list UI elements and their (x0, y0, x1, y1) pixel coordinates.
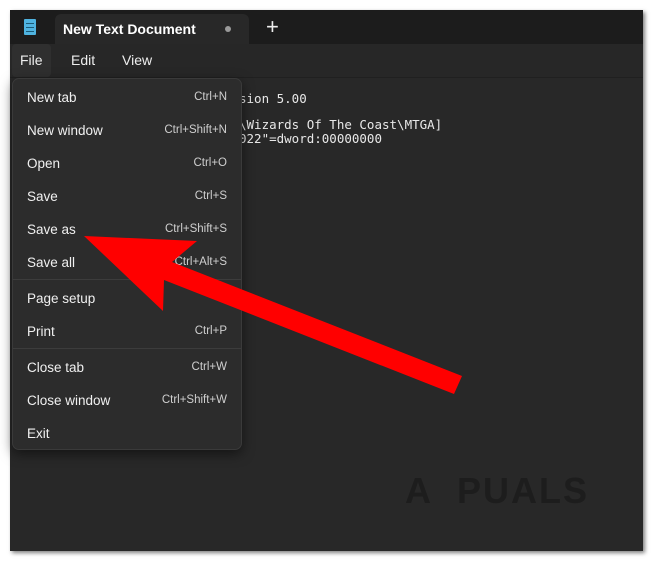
red-arrow-annotation (84, 236, 462, 394)
arrow-shape (84, 236, 462, 394)
